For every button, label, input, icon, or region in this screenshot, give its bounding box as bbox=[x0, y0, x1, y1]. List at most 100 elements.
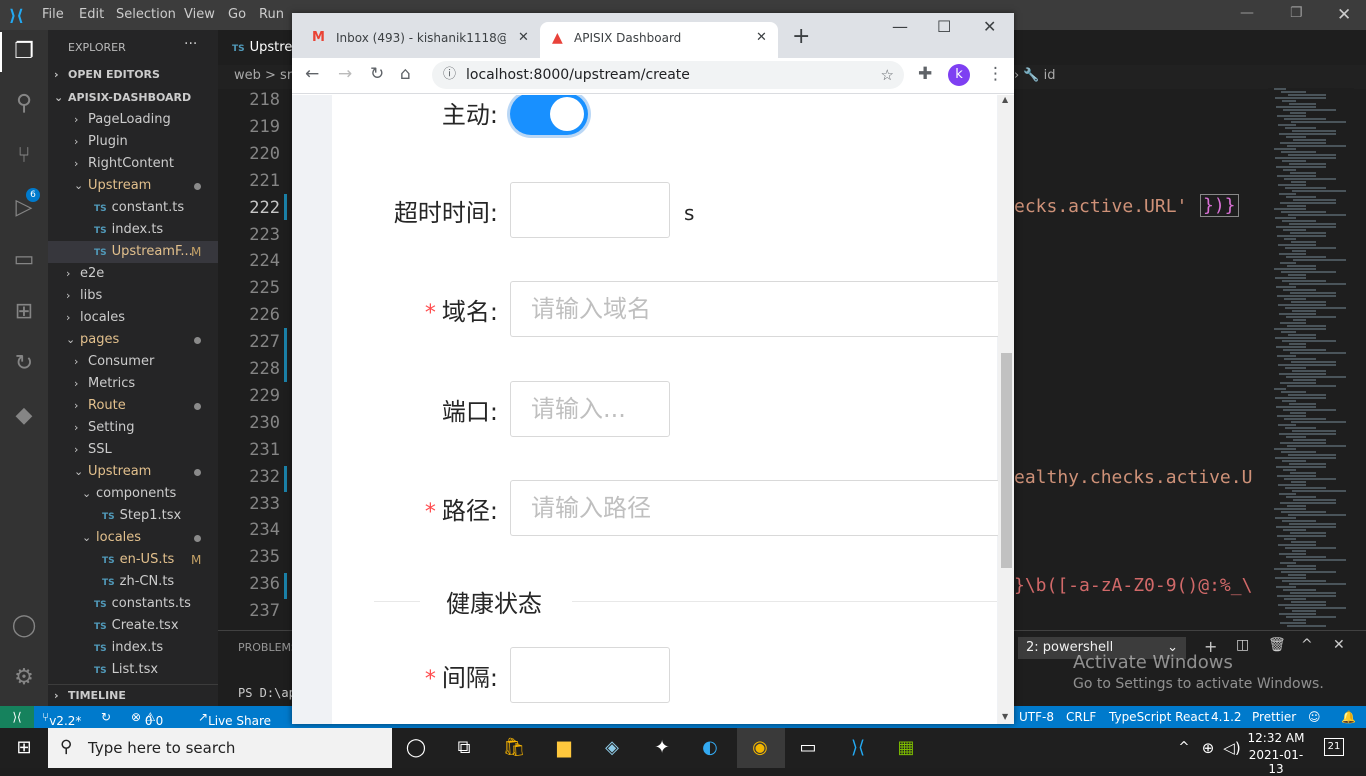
chrome-tab-apisix[interactable]: ▲ APISIX Dashboard ✕ bbox=[540, 22, 778, 58]
taskbar-search[interactable]: ⚲ Type here to search bbox=[48, 728, 392, 768]
extensions-icon[interactable]: ⊞ bbox=[10, 298, 38, 326]
terminal-icon[interactable]: ▭ bbox=[795, 736, 821, 760]
folder-item[interactable]: › Metrics bbox=[48, 373, 218, 395]
open-editors-section[interactable]: › OPEN EDITORS bbox=[48, 64, 218, 86]
interval-input[interactable] bbox=[510, 647, 670, 703]
active-switch[interactable] bbox=[510, 95, 588, 135]
edge-icon[interactable]: ◐ bbox=[697, 736, 723, 760]
chrome-minimize-icon[interactable]: — bbox=[892, 17, 908, 36]
cortana-icon[interactable]: ◯ bbox=[403, 736, 429, 760]
eol-status[interactable]: CRLF bbox=[1066, 710, 1096, 724]
notifications-bell-icon[interactable]: 🔔 bbox=[1341, 710, 1356, 724]
windows-start-icon[interactable]: ⊞ bbox=[11, 736, 37, 760]
file-explorer-icon[interactable]: ▆ bbox=[551, 736, 577, 760]
file-item[interactable]: TS zh-CN.ts bbox=[48, 571, 218, 593]
chrome-maximize-icon[interactable]: ☐ bbox=[937, 17, 951, 36]
task-view-icon[interactable]: ⧉ bbox=[451, 736, 477, 760]
live-share-status[interactable]: ↗ Live Share bbox=[198, 710, 271, 728]
encoding-status[interactable]: UTF-8 bbox=[1019, 710, 1054, 724]
language-status[interactable]: TypeScript React bbox=[1109, 710, 1209, 724]
page-scrollbar[interactable]: ▲ ▼ bbox=[998, 95, 1014, 724]
folder-item[interactable]: › Plugin bbox=[48, 131, 218, 153]
folder-item[interactable]: › PageLoading bbox=[48, 109, 218, 131]
search-icon[interactable]: ⚲ bbox=[10, 90, 38, 118]
minimize-icon[interactable]: — bbox=[1240, 5, 1254, 21]
file-item[interactable]: TS Create.tsx bbox=[48, 615, 218, 637]
path-input[interactable]: 请输入路径 bbox=[510, 480, 1000, 536]
remote-explorer-icon[interactable]: ▭ bbox=[10, 246, 38, 274]
close-tab-icon[interactable]: ✕ bbox=[756, 22, 767, 54]
volume-icon[interactable]: ◁) bbox=[1219, 736, 1245, 760]
tray-chevron-icon[interactable]: ^ bbox=[1171, 736, 1197, 760]
restore-icon[interactable]: ❐ bbox=[1290, 5, 1303, 21]
folder-item[interactable]: ⌄ locales bbox=[48, 527, 218, 549]
chrome-icon[interactable]: ◉ bbox=[747, 736, 773, 760]
scroll-up-icon[interactable]: ▲ bbox=[1002, 95, 1008, 104]
new-tab-icon[interactable]: + bbox=[792, 24, 810, 49]
folder-item[interactable]: ⌄ components bbox=[48, 483, 218, 505]
file-item[interactable]: TS UpstreamF... M bbox=[48, 241, 218, 263]
close-panel-icon[interactable]: ✕ bbox=[1333, 637, 1345, 653]
minimap[interactable] bbox=[1268, 88, 1354, 628]
folder-item[interactable]: ⌄ Upstream bbox=[48, 175, 218, 197]
forward-icon[interactable]: → bbox=[338, 64, 352, 84]
folder-item[interactable]: ⌄ pages bbox=[48, 329, 218, 351]
account-icon[interactable]: ◯ bbox=[10, 612, 38, 640]
chrome-menu-icon[interactable]: ⋮ bbox=[987, 64, 1004, 84]
folder-item[interactable]: › SSL bbox=[48, 439, 218, 461]
timeout-input[interactable] bbox=[510, 182, 670, 238]
back-icon[interactable]: ← bbox=[305, 64, 319, 84]
extensions-puzzle-icon[interactable]: ✚ bbox=[918, 64, 932, 84]
source-control-icon[interactable]: ⑂ bbox=[10, 142, 38, 170]
port-input[interactable]: 请输入... bbox=[510, 381, 670, 437]
file-item[interactable]: TS en-US.ts M bbox=[48, 549, 218, 571]
vscode-taskbar-icon[interactable]: ⟩⟨ bbox=[845, 736, 871, 760]
menu-view[interactable]: View bbox=[184, 7, 215, 22]
file-item[interactable]: TS index.ts bbox=[48, 219, 218, 241]
file-item[interactable]: TS Step1.tsx bbox=[48, 505, 218, 527]
breadcrumb-left[interactable]: web > src bbox=[234, 68, 299, 83]
notepad-icon[interactable]: ▦ bbox=[893, 736, 919, 760]
menu-go[interactable]: Go bbox=[228, 7, 246, 22]
app-icon[interactable]: ◈ bbox=[599, 736, 625, 760]
remote-indicator[interactable]: ⟩⟨ bbox=[0, 706, 34, 728]
sync-icon[interactable]: ↻ bbox=[101, 710, 111, 724]
feedback-icon[interactable]: ☺ bbox=[1308, 710, 1321, 724]
address-bar[interactable]: ⓘ localhost:8000/upstream/create ☆ bbox=[432, 61, 904, 89]
ts-version-status[interactable]: 4.1.2 bbox=[1211, 710, 1242, 724]
store-icon[interactable]: 🛍 bbox=[501, 736, 527, 760]
workspace-root[interactable]: ⌄ APISIX-DASHBOARD bbox=[48, 87, 218, 109]
deploy-icon[interactable]: ◆ bbox=[10, 402, 38, 430]
settings-gear-icon[interactable]: ⚙ bbox=[10, 664, 38, 692]
folder-item[interactable]: › Route bbox=[48, 395, 218, 417]
maximize-panel-icon[interactable]: ^ bbox=[1301, 637, 1313, 653]
more-actions-icon[interactable]: ··· bbox=[184, 36, 197, 52]
prettier-status[interactable]: Prettier bbox=[1252, 710, 1296, 724]
problems-count[interactable]: ⊗ 0 ⚠ 0 bbox=[131, 710, 163, 728]
git-branch[interactable]: ⑂ v2.2* bbox=[42, 710, 81, 728]
folder-item[interactable]: › Setting bbox=[48, 417, 218, 439]
close-icon[interactable]: ✕ bbox=[1337, 5, 1351, 25]
folder-item[interactable]: › locales bbox=[48, 307, 218, 329]
bookmark-star-icon[interactable]: ☆ bbox=[881, 61, 894, 89]
notification-center-icon[interactable]: 21 bbox=[1324, 738, 1344, 756]
live-share-icon[interactable]: ↻ bbox=[10, 350, 38, 378]
file-item[interactable]: TS index.ts bbox=[48, 637, 218, 659]
problems-tab[interactable]: PROBLEMS bbox=[238, 641, 298, 654]
menu-run[interactable]: Run bbox=[259, 7, 284, 22]
folder-item[interactable]: ⌄ Upstream bbox=[48, 461, 218, 483]
profile-avatar[interactable]: k bbox=[948, 64, 970, 86]
menu-edit[interactable]: Edit bbox=[79, 7, 104, 22]
reload-icon[interactable]: ↻ bbox=[370, 64, 384, 84]
run-debug-icon[interactable]: ▷ bbox=[10, 194, 38, 222]
close-tab-icon[interactable]: ✕ bbox=[518, 22, 529, 54]
file-item[interactable]: TS List.tsx bbox=[48, 659, 218, 681]
host-input[interactable]: 请输入域名 bbox=[510, 281, 1000, 337]
kill-terminal-icon[interactable]: 🗑 bbox=[1268, 637, 1286, 653]
menu-selection[interactable]: Selection bbox=[116, 7, 176, 22]
home-icon[interactable]: ⌂ bbox=[400, 64, 411, 84]
file-item[interactable]: TS constant.ts bbox=[48, 197, 218, 219]
split-terminal-icon[interactable]: ◫ bbox=[1236, 637, 1249, 653]
scroll-down-icon[interactable]: ▼ bbox=[1002, 712, 1008, 721]
scrollbar-thumb[interactable] bbox=[1001, 353, 1012, 568]
